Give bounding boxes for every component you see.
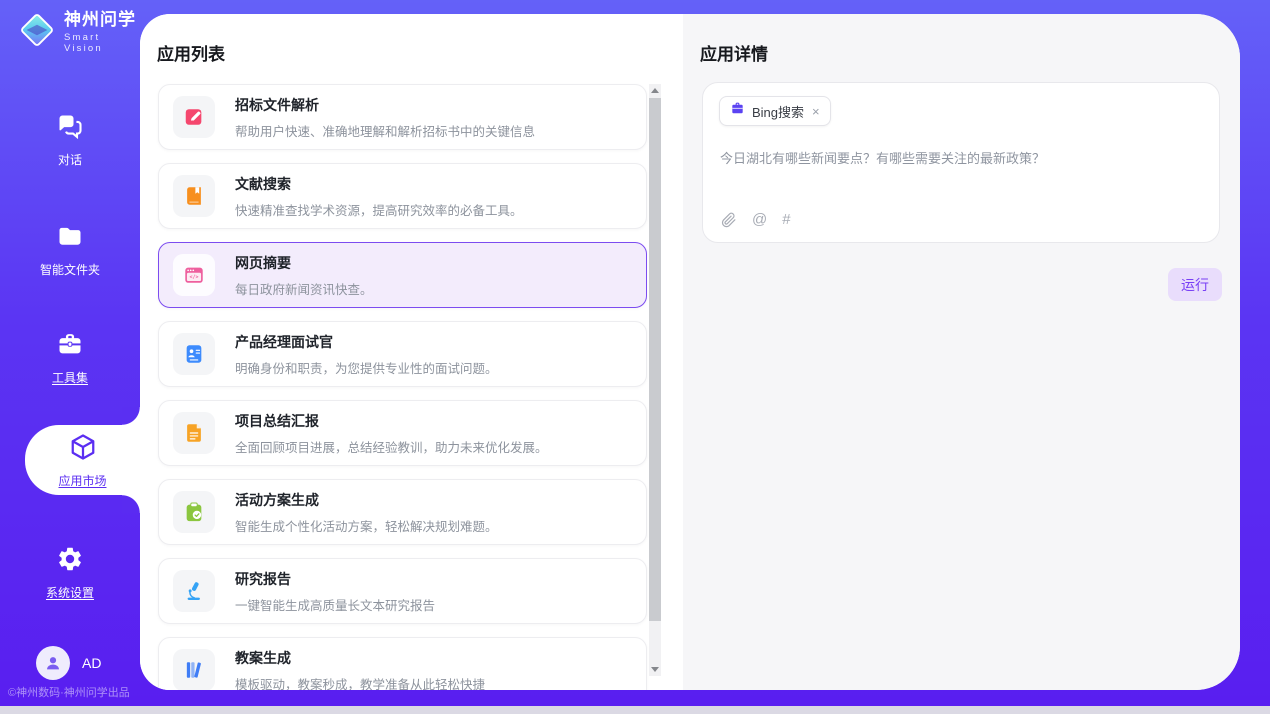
pen-square-icon: [173, 96, 215, 138]
app-card-description: 快速精准查找学术资源，提高研究效率的必备工具。: [235, 200, 523, 219]
copyright-text: ©神州数码·神州问学出品: [8, 684, 130, 700]
app-card-title: 招标文件解析: [235, 95, 535, 115]
sidebar-item-chat[interactable]: 对话: [0, 112, 140, 168]
user-label: AD: [82, 655, 101, 671]
sidebar-item-toolset[interactable]: 工具集: [0, 330, 140, 386]
resume-icon: [173, 333, 215, 375]
folder-icon: [56, 222, 84, 255]
chat-icon: [56, 112, 84, 145]
scrollbar-thumb[interactable]: [649, 98, 661, 621]
app-title: 神州问学: [64, 11, 140, 30]
app-frame: 神州问学 Smart Vision 对话智能文件夹工具集应用市场系统设置 AD …: [0, 0, 1270, 706]
books-icon: [173, 649, 215, 690]
avatar[interactable]: [36, 646, 70, 680]
tag-close-icon[interactable]: ×: [812, 104, 820, 119]
main-content: 应用列表 招标文件解析帮助用户快速、准确地理解和解析招标书中的关键信息文献搜索快…: [140, 14, 1240, 690]
app-list-title: 应用列表: [157, 40, 225, 65]
microscope-icon: [173, 570, 215, 612]
sidebar-item-label: 应用市场: [58, 472, 106, 489]
app-card[interactable]: </> 网页摘要每日政府新闻资讯快查。: [158, 242, 647, 308]
triangle-down-icon: [651, 667, 659, 672]
app-card[interactable]: 教案生成模板驱动，教案秒成，教学准备从此轻松快捷: [158, 637, 647, 690]
hash-icon[interactable]: #: [782, 212, 790, 227]
sidebar: 神州问学 Smart Vision 对话智能文件夹工具集应用市场系统设置 AD …: [0, 0, 140, 706]
run-button[interactable]: 运行: [1168, 268, 1222, 301]
paperclip-icon[interactable]: [720, 211, 737, 228]
app-card-description: 一键智能生成高质量长文本研究报告: [235, 595, 435, 614]
briefcase-icon: [730, 101, 745, 121]
sidebar-item-app-market[interactable]: 应用市场: [25, 425, 140, 495]
sidebar-item-label: 工具集: [52, 369, 88, 386]
app-card[interactable]: 产品经理面试官明确身份和职责，为您提供专业性的面试问题。: [158, 321, 647, 387]
toolbox-icon: [56, 330, 84, 363]
app-card-title: 网页摘要: [235, 253, 373, 273]
detail-card: Bing搜索 × 今日湖北有哪些新闻要点？有哪些需要关注的最新政策？ @#: [702, 82, 1220, 243]
at-icon[interactable]: @: [752, 212, 767, 227]
app-tagline: Smart Vision: [64, 32, 140, 54]
bing-search-tag[interactable]: Bing搜索 ×: [719, 96, 831, 126]
svg-text:</>: </>: [190, 275, 199, 281]
app-card[interactable]: 文献搜索快速精准查找学术资源，提高研究效率的必备工具。: [158, 163, 647, 229]
note-icon: [173, 412, 215, 454]
tag-label: Bing搜索: [752, 102, 804, 121]
app-list-scrollbar[interactable]: [649, 84, 661, 676]
app-card[interactable]: 项目总结汇报全面回顾项目进展，总结经验教训，助力未来优化发展。: [158, 400, 647, 466]
app-card-title: 研究报告: [235, 569, 435, 589]
browser-code-icon: </>: [173, 254, 215, 296]
app-card-description: 明确身份和职责，为您提供专业性的面试问题。: [235, 358, 498, 377]
triangle-up-icon: [651, 88, 659, 93]
app-card-title: 项目总结汇报: [235, 411, 548, 431]
app-card-description: 每日政府新闻资讯快查。: [235, 279, 373, 298]
logo-diamond-icon: [18, 11, 56, 54]
app-card-description: 全面回顾项目进展，总结经验教训，助力未来优化发展。: [235, 437, 548, 456]
scroll-down-button[interactable]: [649, 663, 661, 676]
app-list-panel: 应用列表 招标文件解析帮助用户快速、准确地理解和解析招标书中的关键信息文献搜索快…: [140, 14, 683, 690]
sidebar-item-label: 智能文件夹: [40, 261, 100, 278]
app-card-title: 教案生成: [235, 648, 485, 668]
person-icon: [42, 652, 64, 674]
clipboard-check-icon: [173, 491, 215, 533]
gear-icon: [56, 545, 84, 578]
cube-icon: [68, 432, 98, 467]
app-card[interactable]: 活动方案生成智能生成个性化活动方案，轻松解决规划难题。: [158, 479, 647, 545]
window-bottom-edge: [0, 706, 1270, 714]
app-card[interactable]: 研究报告一键智能生成高质量长文本研究报告: [158, 558, 647, 624]
app-logo: 神州问学 Smart Vision: [18, 11, 140, 54]
query-text[interactable]: 今日湖北有哪些新闻要点？有哪些需要关注的最新政策？: [720, 149, 1202, 169]
sidebar-item-label: 系统设置: [46, 584, 94, 601]
app-card[interactable]: 招标文件解析帮助用户快速、准确地理解和解析招标书中的关键信息: [158, 84, 647, 150]
book-icon: [173, 175, 215, 217]
app-detail-panel: 应用详情 Bing搜索 × 今日湖北有哪些新闻要点？有哪些需要关注的最新政策？ …: [683, 14, 1240, 690]
app-card-description: 帮助用户快速、准确地理解和解析招标书中的关键信息: [235, 121, 535, 140]
app-card-title: 产品经理面试官: [235, 332, 498, 352]
scroll-up-button[interactable]: [649, 84, 661, 97]
app-card-title: 文献搜索: [235, 174, 523, 194]
user-row[interactable]: AD: [36, 646, 101, 680]
sidebar-item-system-settings[interactable]: 系统设置: [0, 545, 140, 601]
input-toolbar: @#: [720, 211, 791, 228]
app-detail-title: 应用详情: [700, 40, 768, 65]
app-card-list: 招标文件解析帮助用户快速、准确地理解和解析招标书中的关键信息文献搜索快速精准查找…: [158, 84, 647, 690]
sidebar-item-smart-folder[interactable]: 智能文件夹: [0, 222, 140, 278]
app-card-title: 活动方案生成: [235, 490, 498, 510]
app-card-description: 智能生成个性化活动方案，轻松解决规划难题。: [235, 516, 498, 535]
app-card-description: 模板驱动，教案秒成，教学准备从此轻松快捷: [235, 674, 485, 691]
sidebar-item-label: 对话: [58, 151, 82, 168]
